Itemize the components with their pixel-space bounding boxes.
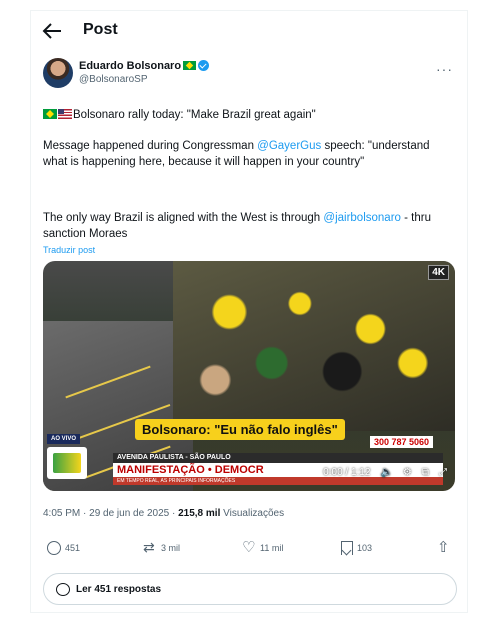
retweet-count: 3 mil xyxy=(161,543,181,553)
brazil-flag-icon xyxy=(43,109,57,119)
read-replies-button[interactable]: Ler 451 respostas xyxy=(43,573,457,605)
popout-icon[interactable]: ⧉ xyxy=(422,467,429,478)
live-badge: AO VIVO xyxy=(47,434,81,444)
bookmark-icon xyxy=(341,541,353,555)
speech-bubble-icon xyxy=(56,582,70,596)
bookmark-button[interactable]: 103 xyxy=(341,541,372,555)
channel-logo xyxy=(47,447,87,479)
header: Post xyxy=(31,11,467,51)
bookmark-count: 103 xyxy=(357,543,373,553)
share-icon xyxy=(437,538,451,556)
avatar[interactable] xyxy=(43,58,73,88)
phone-number: 300 787 5060 xyxy=(369,436,433,448)
reply-count: 451 xyxy=(65,543,81,553)
reply-icon xyxy=(47,541,61,555)
4k-badge: 4K xyxy=(428,265,449,280)
us-flag-icon xyxy=(58,109,72,119)
video-time: 0:00 / 1:12 xyxy=(323,467,371,478)
volume-icon[interactable]: 🔈 xyxy=(380,467,392,478)
page-title: Post xyxy=(83,21,118,38)
share-button[interactable] xyxy=(437,538,451,556)
lower-third-location: AVENIDA PAULISTA - SÃO PAULO xyxy=(113,453,443,463)
views-label: Visualizações xyxy=(220,508,285,519)
post-text-segment: Message happened during Congressman xyxy=(43,140,258,152)
heart-icon xyxy=(242,538,256,556)
author-name[interactable]: Eduardo Bolsonaro xyxy=(79,60,210,72)
retweet-icon xyxy=(143,539,157,556)
mention-gayergus[interactable]: @GayerGus xyxy=(257,140,321,152)
video-caption: Bolsonaro: "Eu não falo inglês" xyxy=(135,419,345,440)
more-options-icon[interactable]: ··· xyxy=(436,61,453,77)
post-text-segment: The only way Brazil is aligned with the … xyxy=(43,212,324,224)
post-text-line1: Bolsonaro rally today: "Make Brazil grea… xyxy=(43,107,457,123)
views-count: 215,8 mil xyxy=(178,508,221,519)
post-meta: 4:05 PM · 29 de jun de 2025 · 215,8 mil … xyxy=(43,508,284,519)
fullscreen-icon[interactable]: ⤢ xyxy=(439,467,447,478)
brazil-flag-icon xyxy=(183,61,197,70)
retweet-button[interactable]: 3 mil xyxy=(143,539,181,556)
video-scene-crowd xyxy=(173,261,455,431)
like-button[interactable]: 11 mil xyxy=(242,538,284,556)
video-controls: 0:00 / 1:12 🔈 ⚙ ⧉ ⤢ xyxy=(323,467,447,478)
post-card: Post Eduardo Bolsonaro @BolsonaroSP ··· … xyxy=(30,10,468,613)
video-player[interactable]: 4K Bolsonaro: "Eu não falo inglês" AO VI… xyxy=(43,261,455,491)
verified-badge-icon xyxy=(198,60,210,71)
translate-post-link[interactable]: Traduzir post xyxy=(43,245,95,255)
post-text-line1-text: Bolsonaro rally today: "Make Brazil grea… xyxy=(73,109,316,121)
lower-third-ticker: EM TEMPO REAL, AS PRINCIPAIS INFORMAÇÕES xyxy=(113,477,443,485)
action-bar: 451 3 mil 11 mil 103 xyxy=(43,538,457,561)
author-handle[interactable]: @BolsonaroSP xyxy=(79,74,148,85)
read-replies-label: Ler 451 respostas xyxy=(76,583,162,595)
settings-gear-icon[interactable]: ⚙ xyxy=(403,467,412,478)
back-arrow-icon[interactable] xyxy=(41,21,63,41)
post-timestamp[interactable]: 4:05 PM · 29 de jun de 2025 · xyxy=(43,508,178,519)
road-stripe xyxy=(65,365,151,399)
mention-jairbolsonaro[interactable]: @jairbolsonaro xyxy=(323,212,401,224)
author-name-text[interactable]: Eduardo Bolsonaro xyxy=(79,60,181,72)
post-text-para2: Message happened during Congressman @Gay… xyxy=(43,138,457,170)
post-text-para3: The only way Brazil is aligned with the … xyxy=(43,210,457,242)
like-count: 11 mil xyxy=(260,543,284,553)
reply-button[interactable]: 451 xyxy=(47,541,80,555)
